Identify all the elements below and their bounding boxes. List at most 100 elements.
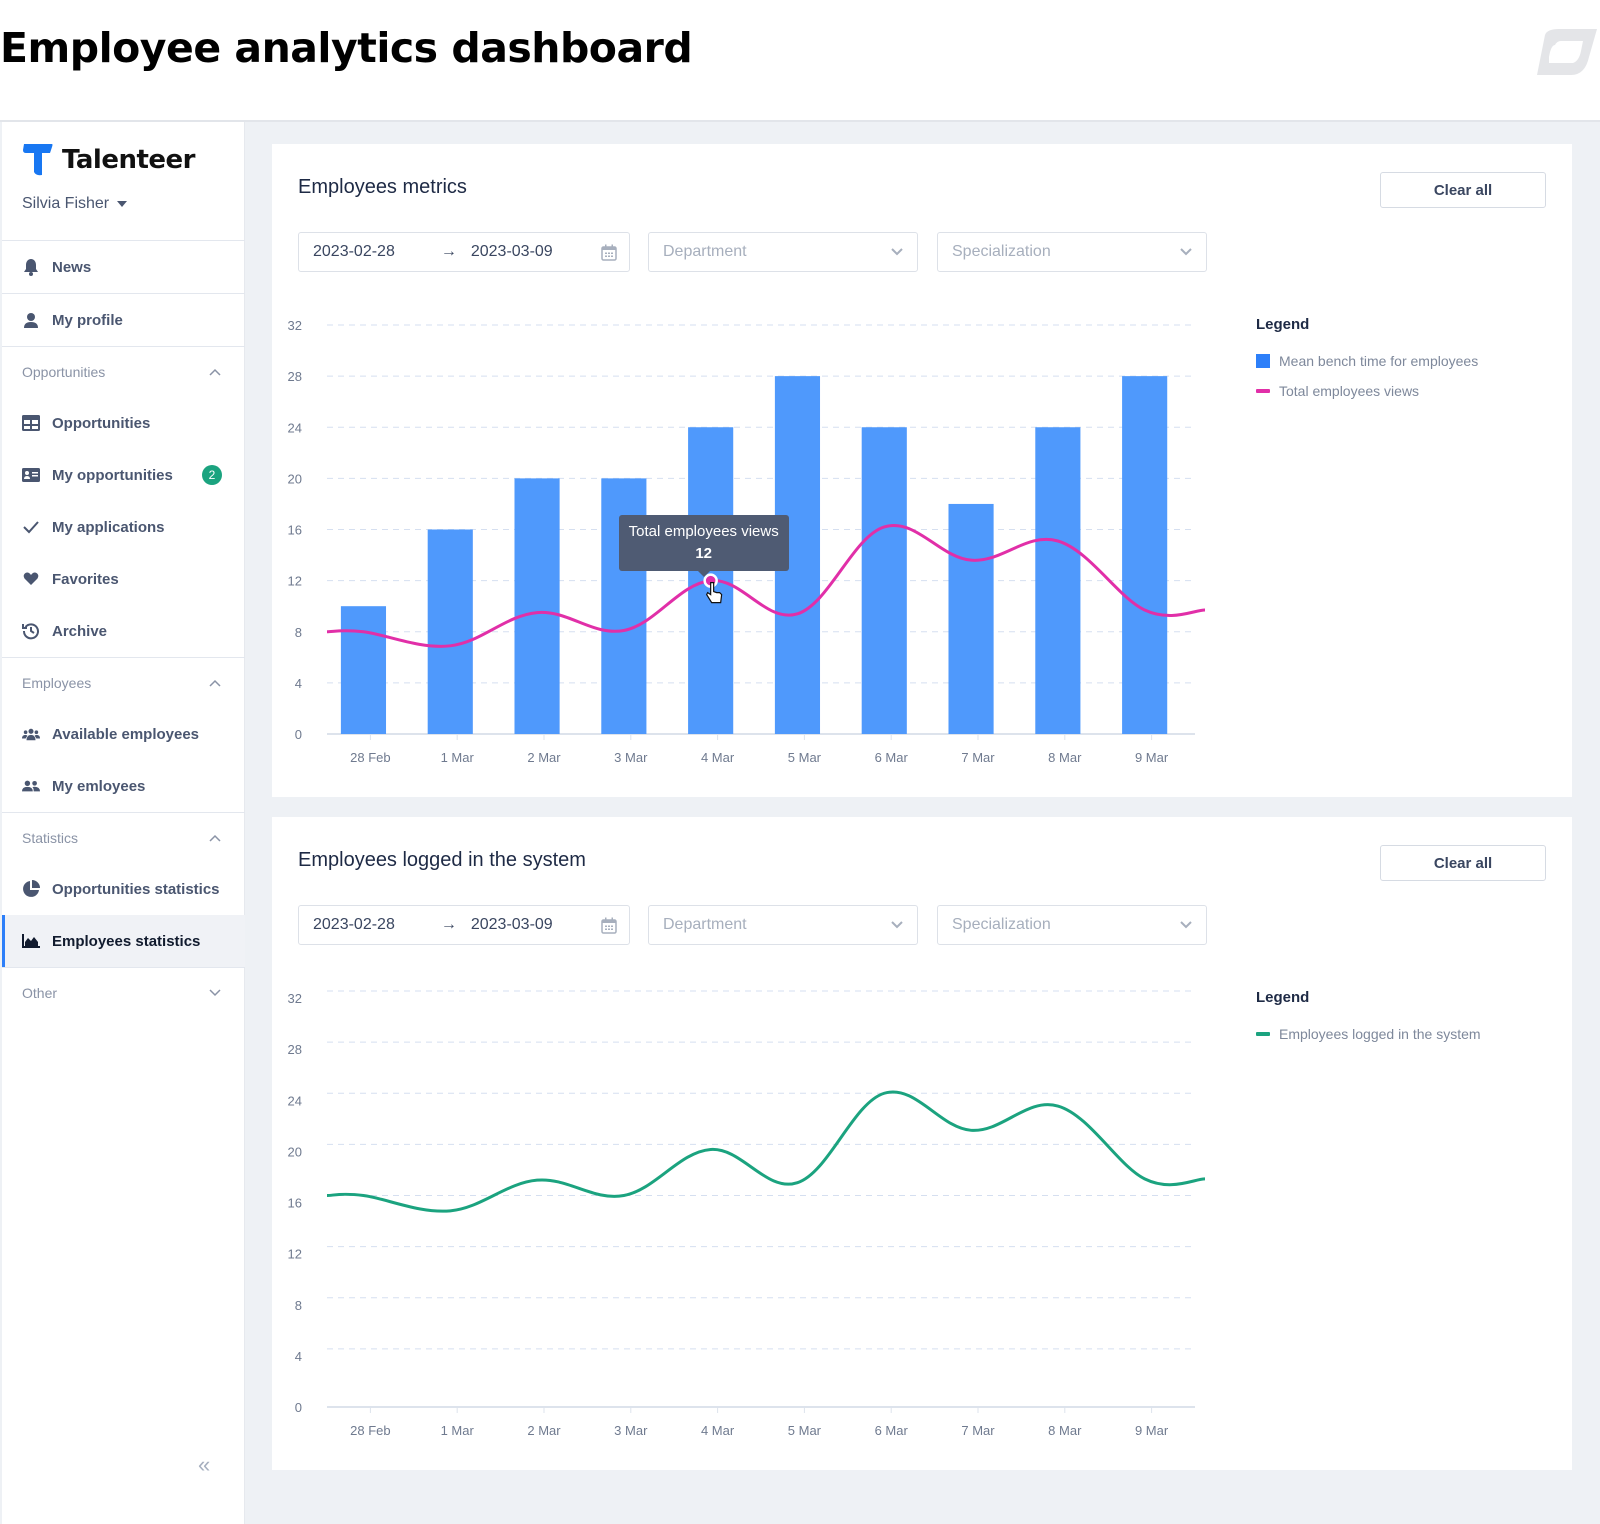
y-tick-label: 32 — [288, 318, 302, 333]
employees-logged-chart: 0 4 8 12 16 20 24 28 32 28 Feb 1 Mar 2 Mar 3 Mar 4 Ma… — [288, 990, 1206, 1438]
chart-legend: Legend Employees logged in the system — [1256, 989, 1481, 1056]
id-card-icon — [22, 466, 40, 484]
history-icon — [22, 622, 40, 640]
legend-swatch — [1256, 389, 1270, 393]
sidebar-item-label: My applications — [52, 518, 165, 536]
date-range-picker[interactable]: 2023-02-28 → 2023-03-09 — [298, 232, 630, 272]
chevron-up-icon — [209, 834, 221, 842]
x-tick-label: 5 Mar — [788, 750, 822, 765]
users-group-icon — [22, 725, 40, 743]
clear-all-button[interactable]: Clear all — [1380, 172, 1546, 208]
grid-icon — [22, 414, 40, 432]
x-tick-label: 5 Mar — [788, 1423, 822, 1438]
sidebar-item-my-profile[interactable]: My profile — [2, 294, 245, 346]
y-tick-label: 0 — [295, 727, 302, 742]
x-tick-label: 2 Mar — [527, 750, 561, 765]
department-placeholder: Department — [663, 243, 747, 260]
y-tick-label: 16 — [288, 523, 302, 538]
bell-icon — [22, 258, 40, 276]
x-tick-label: 3 Mar — [614, 750, 648, 765]
x-tick-label: 4 Mar — [701, 750, 735, 765]
employees-logged-card: Employees logged in the system Clear all… — [272, 817, 1572, 1470]
x-tick-label: 6 Mar — [875, 750, 909, 765]
sidebar-item-favorites[interactable]: Favorites — [2, 553, 245, 605]
sidebar-item-my-applications[interactable]: My applications — [2, 501, 245, 553]
x-tick-label: 9 Mar — [1135, 750, 1169, 765]
sidebar-item-opportunities-statistics[interactable]: Opportunities statistics — [2, 863, 245, 915]
x-tick-label: 7 Mar — [961, 1423, 995, 1438]
chevron-down-icon — [891, 248, 903, 256]
legend-swatch — [1256, 1032, 1270, 1036]
x-tick-label: 1 Mar — [441, 1423, 475, 1438]
sidebar-item-label: My profile — [52, 311, 123, 329]
bar — [948, 503, 994, 734]
chevron-down-icon — [209, 989, 221, 997]
y-tick-label: 20 — [288, 471, 302, 486]
sidebar-item-employees-statistics[interactable]: Employees statistics — [2, 915, 245, 967]
user-menu[interactable]: Silvia Fisher — [22, 195, 128, 213]
sidebar-item-label: Available employees — [52, 725, 200, 743]
sidebar-group-statistics[interactable]: Statistics — [2, 813, 245, 863]
x-tick-label: 1 Mar — [441, 750, 475, 765]
sidebar-item-label: Favorites — [52, 570, 119, 588]
app-window: Talenteer Silvia Fisher News My profile — [0, 120, 1600, 1524]
sidebar-group-employees[interactable]: Employees — [2, 658, 245, 708]
users-icon — [22, 777, 40, 795]
group-label: Employees — [22, 675, 92, 691]
x-tick-label: 9 Mar — [1135, 1423, 1169, 1438]
talenteer-logo-icon — [23, 144, 53, 176]
legend-title: Legend — [1256, 989, 1310, 1006]
y-tick-label: 24 — [288, 420, 302, 435]
y-tick-label: 28 — [288, 369, 302, 384]
date-range-picker[interactable]: 2023-02-28 → 2023-03-09 — [298, 905, 630, 945]
sidebar-group-opportunities[interactable]: Opportunities — [2, 347, 245, 397]
card-title: Employees logged in the system — [298, 849, 586, 871]
brand[interactable]: Talenteer — [22, 142, 196, 178]
collapse-sidebar-button[interactable]: « — [198, 1452, 210, 1478]
x-tick-label: 8 Mar — [1048, 1423, 1082, 1438]
sidebar: Talenteer Silvia Fisher News My profile — [2, 122, 245, 1524]
y-tick-label: 8 — [295, 1298, 302, 1313]
chevron-down-icon — [1180, 921, 1192, 929]
bar — [861, 427, 907, 734]
legend-item-bench-time[interactable]: Mean bench time for employees — [1256, 353, 1478, 369]
date-from: 2023-02-28 — [313, 243, 395, 260]
x-tick-label: 2 Mar — [527, 1423, 561, 1438]
specialization-select[interactable]: Specialization — [937, 905, 1207, 945]
pie-chart-icon — [22, 880, 40, 898]
department-select[interactable]: Department — [648, 905, 918, 945]
y-tick-label: 24 — [288, 1093, 302, 1108]
y-tick-label: 20 — [288, 1144, 302, 1159]
chevron-down-icon — [891, 921, 903, 929]
chevron-up-icon — [209, 368, 221, 376]
department-select[interactable]: Department — [648, 232, 918, 272]
date-to: 2023-03-09 — [470, 243, 553, 260]
heart-icon — [22, 570, 40, 588]
sidebar-item-news[interactable]: News — [2, 241, 245, 293]
sidebar-item-label: My opportunities — [52, 466, 173, 484]
sidebar-item-opportunities[interactable]: Opportunities — [2, 397, 245, 449]
sidebar-item-label: Opportunities statistics — [52, 880, 220, 898]
specialization-select[interactable]: Specialization — [937, 232, 1207, 272]
y-tick-label: 32 — [288, 991, 302, 1006]
legend-title: Legend — [1256, 316, 1310, 333]
chart-legend: Legend Mean bench time for employees Tot… — [1256, 316, 1478, 413]
y-tick-label: 28 — [288, 1042, 302, 1057]
bar — [514, 478, 560, 734]
sidebar-item-label: Opportunities — [52, 414, 151, 432]
check-icon — [22, 518, 40, 536]
sidebar-group-other[interactable]: Other — [2, 968, 245, 1018]
legend-label: Total employees views — [1279, 383, 1420, 399]
sidebar-item-archive[interactable]: Archive — [2, 605, 245, 657]
clear-all-button[interactable]: Clear all — [1380, 845, 1546, 881]
chevron-up-icon — [209, 679, 221, 687]
x-tick-label: 28 Feb — [350, 750, 390, 765]
legend-item-employees-logged[interactable]: Employees logged in the system — [1256, 1026, 1481, 1042]
legend-item-employee-views[interactable]: Total employees views — [1256, 383, 1478, 399]
chart-tooltip: Total employees views 12 — [618, 514, 789, 577]
sidebar-item-my-opportunities[interactable]: My opportunities 2 — [2, 449, 245, 501]
sidebar-item-available-employees[interactable]: Available employees — [2, 708, 245, 760]
brand-logo-icon — [1537, 29, 1597, 75]
sidebar-item-my-employees[interactable]: My emloyees — [2, 760, 245, 812]
arrow-right-icon: → — [440, 916, 457, 933]
